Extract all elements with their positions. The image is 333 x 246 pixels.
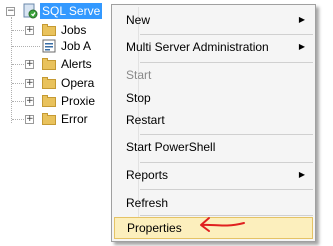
menu-separator bbox=[140, 189, 313, 190]
folder-icon bbox=[42, 77, 56, 89]
tree-item-proxies[interactable]: Proxie bbox=[61, 93, 95, 109]
menu-item-new[interactable]: New ▶ bbox=[114, 9, 313, 31]
menu-item-start-powershell[interactable]: Start PowerShell bbox=[114, 136, 313, 158]
expand-toggle-operators[interactable]: + bbox=[25, 79, 34, 88]
tree-root-label[interactable]: SQL Serve bbox=[40, 3, 103, 19]
menu-item-label: Refresh bbox=[126, 196, 169, 210]
tree-item-job-activity[interactable]: Job A bbox=[61, 38, 91, 54]
menu-item-start: Start bbox=[114, 64, 313, 86]
menu-item-reports[interactable]: Reports ▶ bbox=[114, 164, 313, 186]
menu-item-label: Stop bbox=[126, 91, 151, 105]
menu-separator bbox=[140, 62, 313, 63]
menu-separator bbox=[140, 134, 313, 135]
context-menu: New ▶ Multi Server Administration ▶ Star… bbox=[111, 4, 316, 242]
menu-item-label: Multi Server Administration bbox=[126, 40, 269, 54]
sql-server-agent-icon bbox=[23, 3, 38, 19]
menu-item-multi-server-administration[interactable]: Multi Server Administration ▶ bbox=[114, 36, 313, 58]
menu-separator bbox=[140, 34, 313, 35]
tree-item-error-logs[interactable]: Error bbox=[61, 111, 88, 127]
tree-item-jobs[interactable]: Jobs bbox=[61, 22, 86, 38]
expand-toggle-alerts[interactable]: + bbox=[25, 60, 34, 69]
submenu-arrow-icon: ▶ bbox=[298, 15, 305, 24]
menu-item-label: Properties bbox=[127, 221, 182, 235]
menu-item-label: Start bbox=[126, 68, 152, 82]
tree-item-alerts[interactable]: Alerts bbox=[61, 56, 92, 72]
menu-item-restart[interactable]: Restart bbox=[114, 109, 313, 131]
folder-icon bbox=[42, 95, 56, 107]
folder-icon bbox=[42, 24, 56, 36]
menu-item-label: Restart bbox=[126, 113, 165, 127]
expand-toggle-error-logs[interactable]: + bbox=[25, 115, 34, 124]
menu-separator bbox=[140, 162, 313, 163]
menu-item-label: Reports bbox=[126, 168, 169, 182]
submenu-arrow-icon: ▶ bbox=[298, 42, 305, 51]
annotation-arrow-icon bbox=[200, 217, 245, 232]
menu-item-refresh[interactable]: Refresh bbox=[114, 192, 313, 214]
folder-icon bbox=[42, 113, 56, 125]
menu-item-stop[interactable]: Stop bbox=[114, 87, 313, 109]
tree-item-operators[interactable]: Opera bbox=[61, 75, 94, 91]
collapse-toggle-root[interactable]: − bbox=[6, 7, 15, 16]
menu-item-label: Start PowerShell bbox=[126, 140, 216, 154]
submenu-arrow-icon: ▶ bbox=[298, 170, 305, 179]
job-activity-icon bbox=[42, 39, 56, 53]
folder-icon bbox=[42, 58, 56, 70]
expand-toggle-jobs[interactable]: + bbox=[25, 26, 34, 35]
expand-toggle-proxies[interactable]: + bbox=[25, 97, 34, 106]
menu-item-label: New bbox=[126, 13, 151, 27]
